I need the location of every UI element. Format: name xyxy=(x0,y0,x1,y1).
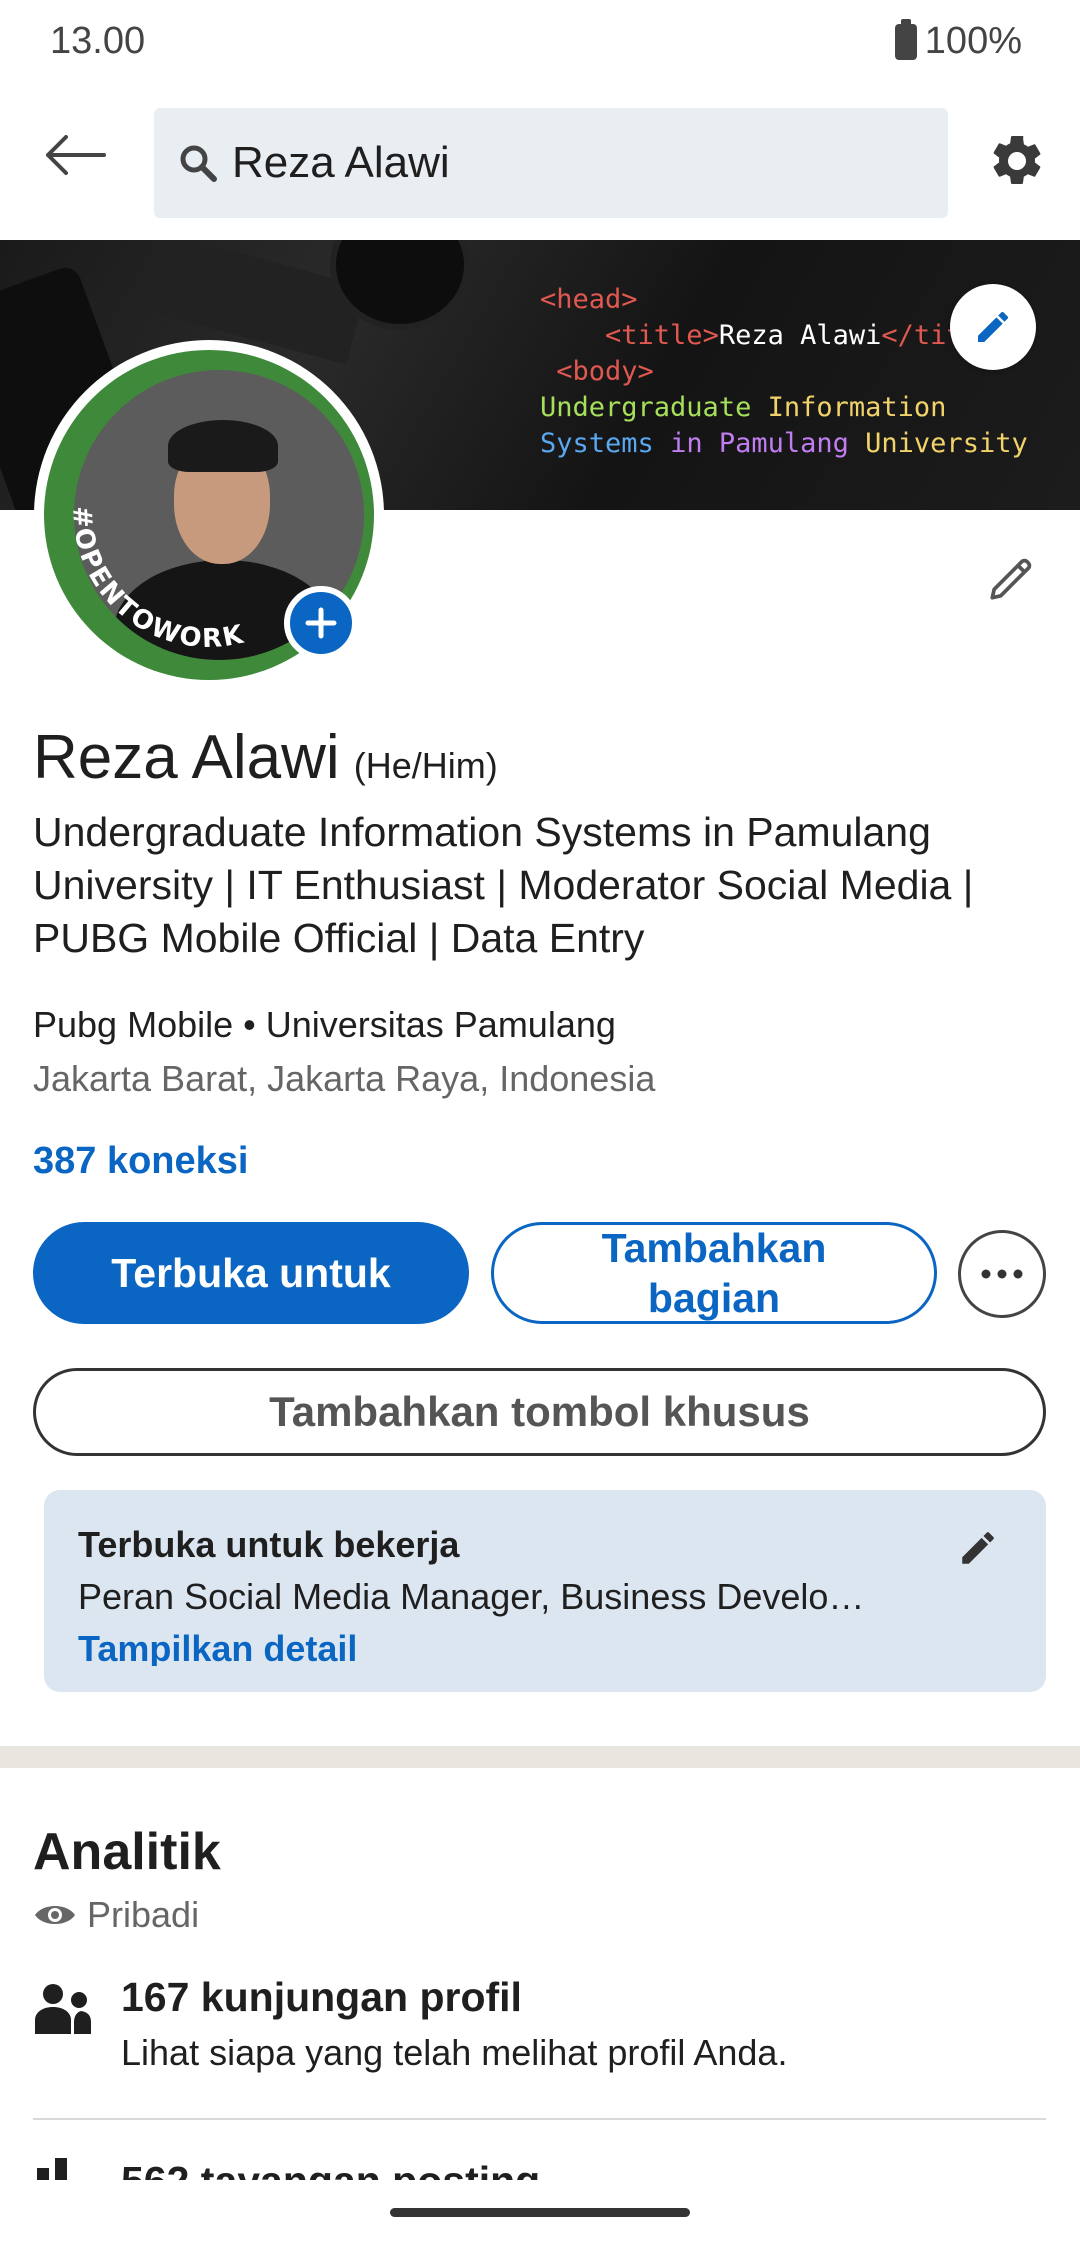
stat-divider xyxy=(33,2118,1046,2120)
profile-name: Reza Alawi xyxy=(33,723,340,792)
profile-location: Jakarta Barat, Jakarta Raya, Indonesia xyxy=(33,1058,656,1099)
battery-level: 100% xyxy=(924,20,1022,62)
status-bar: 13.00 100% xyxy=(0,0,1080,90)
pencil-icon xyxy=(962,1532,994,1564)
open-to-work-card[interactable]: Terbuka untuk bekerja Peran Social Media… xyxy=(44,1490,1046,1692)
back-button[interactable] xyxy=(40,120,110,190)
home-indicator[interactable] xyxy=(390,2208,690,2217)
svg-text:#OPENTOWORK: #OPENTOWORK xyxy=(66,505,248,654)
more-options-button[interactable] xyxy=(958,1230,1046,1318)
profile-headline: Undergraduate Information Systems in Pam… xyxy=(33,809,974,961)
edit-open-to-work-button[interactable] xyxy=(950,1520,1006,1576)
edit-banner-button[interactable] xyxy=(950,284,1036,370)
status-time: 13.00 xyxy=(50,20,146,62)
pencil-icon xyxy=(978,311,1009,342)
status-battery-group: 100% xyxy=(894,18,1022,63)
add-section-button[interactable]: Tambahkan bagian xyxy=(491,1222,937,1324)
analytics-visibility-label: Pribadi xyxy=(87,1894,200,1935)
more-horizontal-icon xyxy=(981,1269,1023,1279)
open-to-work-description: Peran Social Media Manager, Business Dev… xyxy=(78,1576,865,1617)
stat-description: Lihat siapa yang telah melihat profil An… xyxy=(121,2032,788,2073)
connections-link[interactable]: 387 koneksi xyxy=(33,1140,248,1183)
top-app-bar: Reza Alawi xyxy=(0,100,1080,220)
search-input[interactable]: Reza Alawi xyxy=(154,108,948,218)
profile-company: Pubg Mobile • Universitas Pamulang xyxy=(33,1004,616,1045)
show-details-link[interactable]: Tampilkan detail xyxy=(78,1628,1012,1666)
analytics-visibility: Pribadi xyxy=(33,1894,199,1936)
section-divider xyxy=(0,1746,1080,1768)
profile-pronouns: (He/Him) xyxy=(353,745,498,786)
analytics-heading: Analitik xyxy=(33,1823,221,1881)
search-icon xyxy=(178,141,222,185)
search-input-value: Reza Alawi xyxy=(232,138,450,187)
open-to-work-title: Terbuka untuk bekerja xyxy=(78,1524,460,1565)
people-icon xyxy=(35,1984,91,2034)
stat-title: 167 kunjungan profil xyxy=(121,1974,522,2020)
stat-post-impressions[interactable]: 562 tayangan posting xyxy=(33,2158,1046,2180)
battery-icon xyxy=(894,18,917,60)
edit-intro-button[interactable] xyxy=(976,544,1046,614)
pencil-icon xyxy=(990,558,1032,600)
plus-icon xyxy=(305,607,337,639)
add-custom-button[interactable]: Tambahkan tombol khusus xyxy=(33,1368,1046,1456)
bar-chart-icon xyxy=(37,2158,67,2180)
profile-name-row: Reza Alawi (He/Him) xyxy=(33,722,498,793)
back-arrow-icon xyxy=(46,135,106,175)
stat-title: 562 tayangan posting xyxy=(121,2158,540,2180)
gear-icon xyxy=(993,135,1041,184)
eye-icon xyxy=(35,1906,75,1924)
add-photo-button[interactable] xyxy=(284,586,358,660)
open-to-button[interactable]: Terbuka untuk xyxy=(33,1222,469,1324)
settings-button[interactable] xyxy=(984,128,1050,194)
